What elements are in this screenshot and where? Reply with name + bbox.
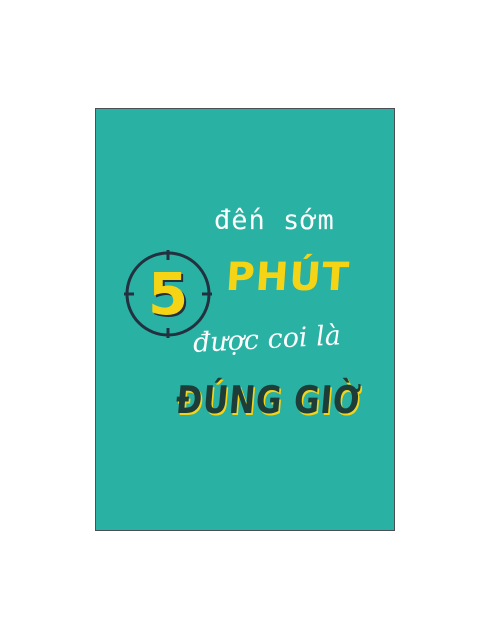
poster-line-duoc-coi-la: được coi là (192, 320, 342, 359)
poster-line-dung-gio: ĐÚNG GIỜ (174, 378, 363, 422)
poster: đến sớm 5 PHÚT được coi là ĐÚNG GIỜ (95, 108, 395, 531)
poster-line-den-som: đến sớm (214, 205, 335, 236)
poster-line-phut: PHÚT (224, 255, 352, 300)
clock-face-icon: 5 (123, 249, 213, 339)
